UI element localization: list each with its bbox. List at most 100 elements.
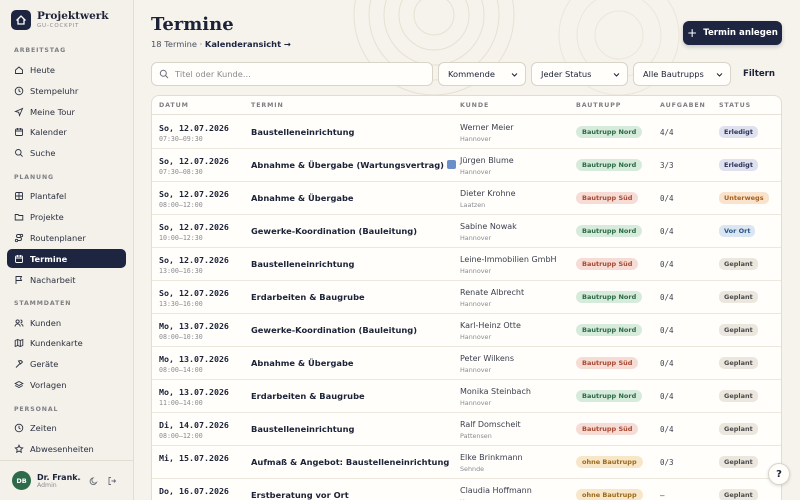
sidebar-item-kundenkarte[interactable]: Kundenkarte <box>7 333 126 352</box>
time-filter-value: Kommende <box>448 69 496 79</box>
status-badge: Geplant <box>719 390 758 402</box>
sidebar-item-meine-tour[interactable]: Meine Tour <box>7 102 126 121</box>
table-row[interactable]: Mo, 13.07.2026 08:00–10:30 Gewerke-Koordin… <box>152 314 781 347</box>
crew-filter-value: Alle Bautrupps <box>643 69 704 79</box>
crew-filter-select[interactable]: Alle Bautrupps <box>633 62 731 86</box>
appointment-title: Erdarbeiten & Baugrube <box>251 292 365 302</box>
crew-badge: Bautrupp Nord <box>576 291 643 303</box>
sidebar-item-ger-te[interactable]: Geräte <box>7 354 126 373</box>
layers-icon <box>14 380 24 388</box>
table-row[interactable]: Mo, 13.07.2026 11:00–14:00 Erdarbeiten & B… <box>152 380 781 413</box>
appointment-title: Erdarbeiten & Baugrube <box>251 391 365 401</box>
column-header-status[interactable]: STATUS <box>719 102 751 109</box>
tasks-count: 0/4 <box>660 326 674 335</box>
sidebar-item-kalender[interactable]: Kalender <box>7 122 126 141</box>
appointment-date: So, 12.07.2026 <box>159 123 229 133</box>
sidebar-item-vorlagen[interactable]: Vorlagen <box>7 375 126 394</box>
brand-subtitle: GU-COCKPIT <box>37 23 80 29</box>
column-header-title[interactable]: TERMIN <box>251 102 284 109</box>
appointment-title-text: Erdarbeiten & Baugrube <box>251 391 365 401</box>
sidebar-item-label: Kunden <box>30 317 62 328</box>
column-header-customer[interactable]: KUNDE <box>460 102 489 109</box>
column-header-crew[interactable]: BAUTRUPP <box>576 102 621 109</box>
sidebar-item-stempeluhr[interactable]: Stempeluhr <box>7 81 126 100</box>
appointment-time: 13:00–16:30 <box>159 267 203 275</box>
appointment-date: So, 12.07.2026 <box>159 189 229 199</box>
status-badge: Geplant <box>719 456 758 468</box>
appointment-time: 08:00–10:30 <box>159 333 203 341</box>
table-row[interactable]: So, 12.07.2026 13:30–16:00 Erdarbeiten & B… <box>152 281 781 314</box>
sidebar-item-abwesenheiten[interactable]: Abwesenheiten <box>7 439 126 458</box>
user-role: Admin <box>37 481 57 489</box>
table-row[interactable]: So, 12.07.2026 07:30–08:30 Abnahme & Überg… <box>152 149 781 182</box>
customer-city: Hannover <box>460 366 492 374</box>
sidebar-item-plantafel[interactable]: Plantafel <box>7 186 126 205</box>
appointment-title: Erstberatung vor Ort <box>251 490 349 500</box>
appointment-time: 07:30–09:30 <box>159 135 203 143</box>
search-input[interactable] <box>175 69 415 79</box>
table-row[interactable]: Mi, 15.07.2026 Aufmaß & Angebot: Baustell… <box>152 446 781 479</box>
filter-button[interactable]: Filtern <box>740 62 778 86</box>
appointment-date: So, 12.07.2026 <box>159 255 229 265</box>
status-badge: Geplant <box>719 489 758 500</box>
avatar[interactable]: DB <box>12 471 31 490</box>
calendar-view-link[interactable]: Kalenderansicht → <box>205 39 291 49</box>
table-row[interactable]: Do, 16.07.2026 Erstberatung vor Ort Claudi… <box>152 479 781 500</box>
tasks-count: 3/3 <box>660 161 674 170</box>
table-row[interactable]: So, 12.07.2026 10:00–12:30 Gewerke-Koordin… <box>152 215 781 248</box>
appointment-date: So, 12.07.2026 <box>159 222 229 232</box>
appointment-time: 07:30–08:30 <box>159 168 203 176</box>
appointment-date: So, 12.07.2026 <box>159 156 229 166</box>
route-icon <box>14 233 24 242</box>
status-filter-select[interactable]: Jeder Status <box>531 62 628 86</box>
crew-badge: Bautrupp Nord <box>576 390 643 402</box>
nav-section-planung: PLANUNG <box>14 174 55 181</box>
table-row[interactable]: Di, 14.07.2026 08:00–12:00 Baustelleneinri… <box>152 413 781 446</box>
status-badge: Geplant <box>719 291 758 303</box>
appointment-count: 18 Termine <box>151 39 197 49</box>
sidebar-item-routenplaner[interactable]: Routenplaner <box>7 228 126 247</box>
column-header-tasks[interactable]: AUFGABEN <box>660 102 706 109</box>
moon-icon[interactable] <box>89 476 99 486</box>
table-row[interactable]: So, 12.07.2026 08:00–12:00 Abnahme & Überg… <box>152 182 781 215</box>
table-row[interactable]: Mo, 13.07.2026 08:00–14:00 Abnahme & Überg… <box>152 347 781 380</box>
appointment-title: Abnahme & Übergabe <box>251 358 354 368</box>
customer-city: Hannover <box>460 168 492 176</box>
search-box[interactable] <box>151 62 433 86</box>
appointment-time: 08:00–12:00 <box>159 201 203 209</box>
crew-badge: Bautrupp Süd <box>576 357 639 369</box>
sidebar-item-termine[interactable]: Termine <box>7 249 126 268</box>
brand[interactable]: Projektwerk GU-COCKPIT <box>11 10 109 30</box>
customer-name: Karl-Heinz Otte <box>460 321 521 330</box>
logout-icon[interactable] <box>107 476 117 486</box>
table-header: DATUM TERMIN KUNDE BAUTRUPP AUFGABEN STA… <box>152 96 781 115</box>
customer-city: Hannover <box>460 300 492 308</box>
user-block: DB Dr. Frank… Admin <box>0 460 133 500</box>
help-button[interactable]: ? <box>768 463 790 485</box>
folder-icon <box>14 213 24 220</box>
sidebar-item-suche[interactable]: Suche <box>7 143 126 162</box>
appointment-time: 10:00–12:30 <box>159 234 203 242</box>
customer-city: Laatzen <box>460 201 486 209</box>
separator: · <box>199 39 203 49</box>
plus-icon: + <box>687 26 698 40</box>
column-header-date[interactable]: DATUM <box>159 102 189 109</box>
customer-name: Renate Albrecht <box>460 288 525 297</box>
appointment-title: Gewerke-Koordination (Bauleitung) <box>251 325 417 335</box>
new-appointment-button[interactable]: + Termin anlegen <box>683 21 782 45</box>
sidebar-item-kunden[interactable]: Kunden <box>7 313 126 332</box>
time-filter-select[interactable]: Kommende <box>438 62 526 86</box>
sidebar-item-label: Zeiten <box>30 422 57 433</box>
sidebar-item-projekte[interactable]: Projekte <box>7 207 126 226</box>
appointment-title-text: Abnahme & Übergabe <box>251 358 354 368</box>
sidebar-item-heute[interactable]: Heute <box>7 60 126 79</box>
customer-name: Peter Wilkens <box>460 354 515 363</box>
page-subtitle: 18 Termine · Kalenderansicht → <box>151 39 291 49</box>
sidebar-item-zeiten[interactable]: Zeiten <box>7 418 126 437</box>
sidebar-item-nacharbeit[interactable]: Nacharbeit <box>7 270 126 289</box>
table-row[interactable]: So, 12.07.2026 07:30–09:30 Baustelleneinri… <box>152 116 781 149</box>
appointment-time: 08:00–14:00 <box>159 366 203 374</box>
tasks-count: 4/4 <box>660 128 674 137</box>
grid-icon <box>15 191 23 200</box>
table-row[interactable]: So, 12.07.2026 13:00–16:30 Baustelleneinri… <box>152 248 781 281</box>
